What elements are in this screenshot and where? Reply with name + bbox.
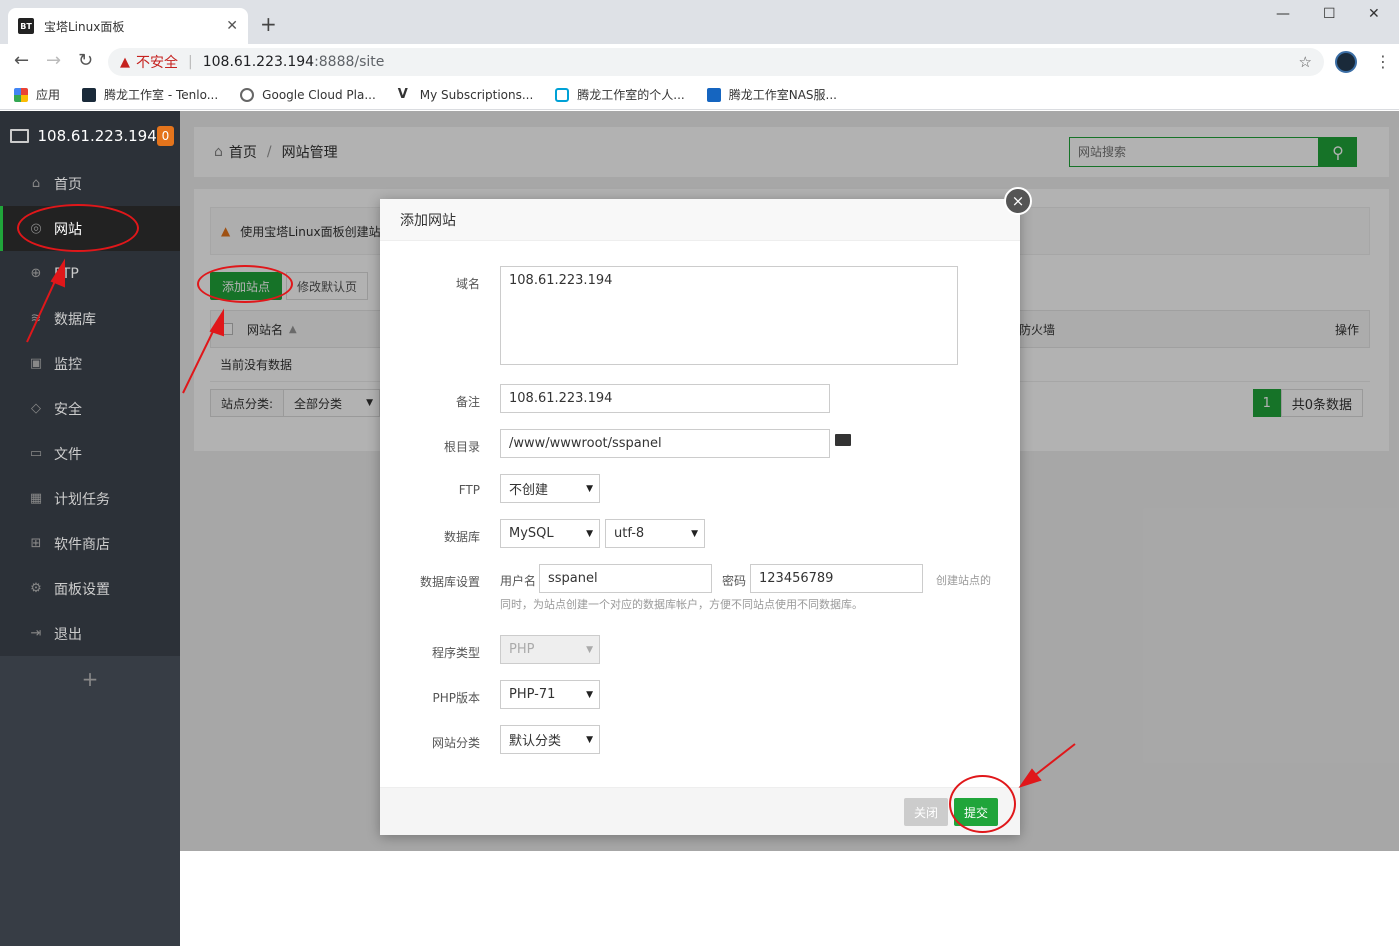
folder-open-icon[interactable] [835,434,851,446]
db-label: 数据库 [443,530,480,544]
php-version-label: PHP版本 [432,691,481,705]
db-type-select[interactable]: MySQL ▼ [500,519,600,548]
window-close-icon[interactable]: ✕ [1368,6,1380,22]
menu-dots-icon[interactable]: ⋮ [1375,52,1391,71]
domain-textarea[interactable]: 108.61.223.194 [500,266,958,365]
db-user-input[interactable]: sspanel [539,564,712,593]
chevron-down-icon: ▼ [586,734,593,745]
sidebar-item-logout[interactable]: ⇥ 退出 [0,611,180,656]
bookmark-tenlong[interactable]: 腾龙工作室 - Tenlo... [82,86,218,103]
bilibili-icon [555,87,570,102]
db-note-tail: 同时，为站点创建一个对应的数据库帐户，方便不同站点使用不同数据库。 [500,598,863,611]
site-category-label: 网站分类 [431,736,480,750]
bookmark-gcp[interactable]: Google Cloud Pla... [240,87,376,102]
db-pass-label: 密码 [722,574,747,588]
bookmark-apps[interactable]: 应用 [14,86,60,103]
sidebar-item-home[interactable]: ⌂ 首页 [0,161,180,206]
program-type-label: 程序类型 [431,646,480,660]
new-tab-icon[interactable]: + [260,14,277,34]
tab-title: 宝塔Linux面板 [44,19,125,34]
add-site-dialog: 添加网站 域名 108.61.223.194 备注 108.61.223.194… [380,199,1020,835]
calendar-icon: ▦ [29,491,43,506]
bookmark-bilibili[interactable]: 腾龙工作室的个人... [555,86,685,103]
php-version-select[interactable]: PHP-71 ▼ [500,680,600,709]
reload-icon[interactable]: ↻ [78,52,93,70]
site-category-select[interactable]: 默认分类 ▼ [500,725,600,754]
monitor-icon: ▣ [29,356,43,371]
bt-favicon-icon: BT [18,18,34,34]
chevron-down-icon: ▼ [586,483,593,494]
profile-avatar[interactable] [1335,51,1357,73]
chevron-down-icon: ▼ [586,644,593,655]
ftp-select[interactable]: 不创建 ▼ [500,474,600,503]
ftp-label: FTP [458,483,480,497]
remark-label: 备注 [455,395,480,409]
dialog-title: 添加网站 [380,199,1020,241]
sidebar-item-database[interactable]: ≋ 数据库 [0,296,180,341]
gear-icon: ⚙ [30,581,42,596]
sidebar-item-monitor[interactable]: ▣ 监控 [0,341,180,386]
root-label: 根目录 [443,440,480,454]
program-type-select: PHP ▼ [500,635,600,664]
sidebar-item-ftp[interactable]: ⊕ FTP [0,251,180,296]
db-pass-input[interactable]: 123456789 [750,564,923,593]
apps-grid-icon [14,87,28,102]
db-settings-label: 数据库设置 [419,575,480,589]
server-monitor-icon [10,129,30,143]
url-path: :8888/site [314,54,385,70]
annotation-circle-submit [949,775,1016,833]
sidebar-header: 108.61.223.194 0 [0,111,180,161]
v-icon: V [397,86,408,102]
home-icon: ⌂ [31,176,41,191]
cancel-button[interactable]: 关闭 [904,798,949,826]
forward-icon[interactable]: → [46,52,61,70]
database-icon: ≋ [30,311,42,326]
insecure-label: 不安全 [136,55,178,71]
notification-badge[interactable]: 0 [156,126,174,146]
annotation-circle-website [17,204,139,252]
chevron-down-icon: ▼ [691,528,698,539]
dsm-icon [706,87,721,102]
sidebar-item-security[interactable]: ◇ 安全 [0,386,180,431]
back-icon[interactable]: ← [14,52,29,70]
browser-tab[interactable]: BT 宝塔Linux面板 ✕ [8,8,248,44]
bookmarks-bar: 应用 腾龙工作室 - Tenlo... Google Cloud Pla... … [0,80,1399,110]
maximize-icon[interactable]: ☐ [1323,6,1336,22]
url-bar[interactable]: ▲ 不安全 | 108.61.223.194 :8888/site ☆ [108,48,1324,76]
browser-tab-strip: BT 宝塔Linux面板 ✕ + — ☐ ✕ [0,0,1399,44]
dialog-footer: 关闭 提交 [380,787,1020,835]
sidebar-add-icon[interactable]: + [0,656,180,701]
logout-icon: ⇥ [30,626,42,641]
server-ip: 108.61.223.194 [37,127,157,145]
db-user-label: 用户名 [500,574,537,588]
domain-label: 域名 [455,277,480,291]
warning-icon: ▲ [120,54,130,70]
minimize-icon[interactable]: — [1276,6,1290,22]
sidebar-item-settings[interactable]: ⚙ 面板设置 [0,566,180,611]
db-charset-select[interactable]: utf-8 ▼ [605,519,705,548]
url-host: 108.61.223.194 [202,54,315,70]
root-dir-input[interactable]: /www/wwwroot/sspanel [500,429,830,458]
ftp-icon: ⊕ [30,266,42,281]
bookmark-subscriptions[interactable]: V My Subscriptions... [397,86,534,102]
chevron-down-icon: ▼ [586,528,593,539]
gcp-icon [240,87,255,102]
tenlong-icon [82,87,97,102]
sidebar-item-cron[interactable]: ▦ 计划任务 [0,476,180,521]
shield-icon: ◇ [31,401,41,416]
address-bar-row: ← → ↻ ▲ 不安全 | 108.61.223.194 :8888/site … [0,44,1399,80]
remark-input[interactable]: 108.61.223.194 [500,384,830,413]
annotation-circle-add-site [197,265,293,303]
bookmark-star-icon[interactable]: ☆ [1299,53,1312,71]
folder-icon: ▭ [29,446,43,461]
dialog-close-icon[interactable]: × [1004,187,1032,215]
apps-icon: ⊞ [30,536,42,551]
sidebar-item-files[interactable]: ▭ 文件 [0,431,180,476]
db-note-head: 创建站点的 [936,574,991,587]
tab-close-icon[interactable]: ✕ [226,18,238,34]
bookmark-nas[interactable]: 腾龙工作室NAS服... [706,86,837,103]
chevron-down-icon: ▼ [586,689,593,700]
sidebar-item-store[interactable]: ⊞ 软件商店 [0,521,180,566]
